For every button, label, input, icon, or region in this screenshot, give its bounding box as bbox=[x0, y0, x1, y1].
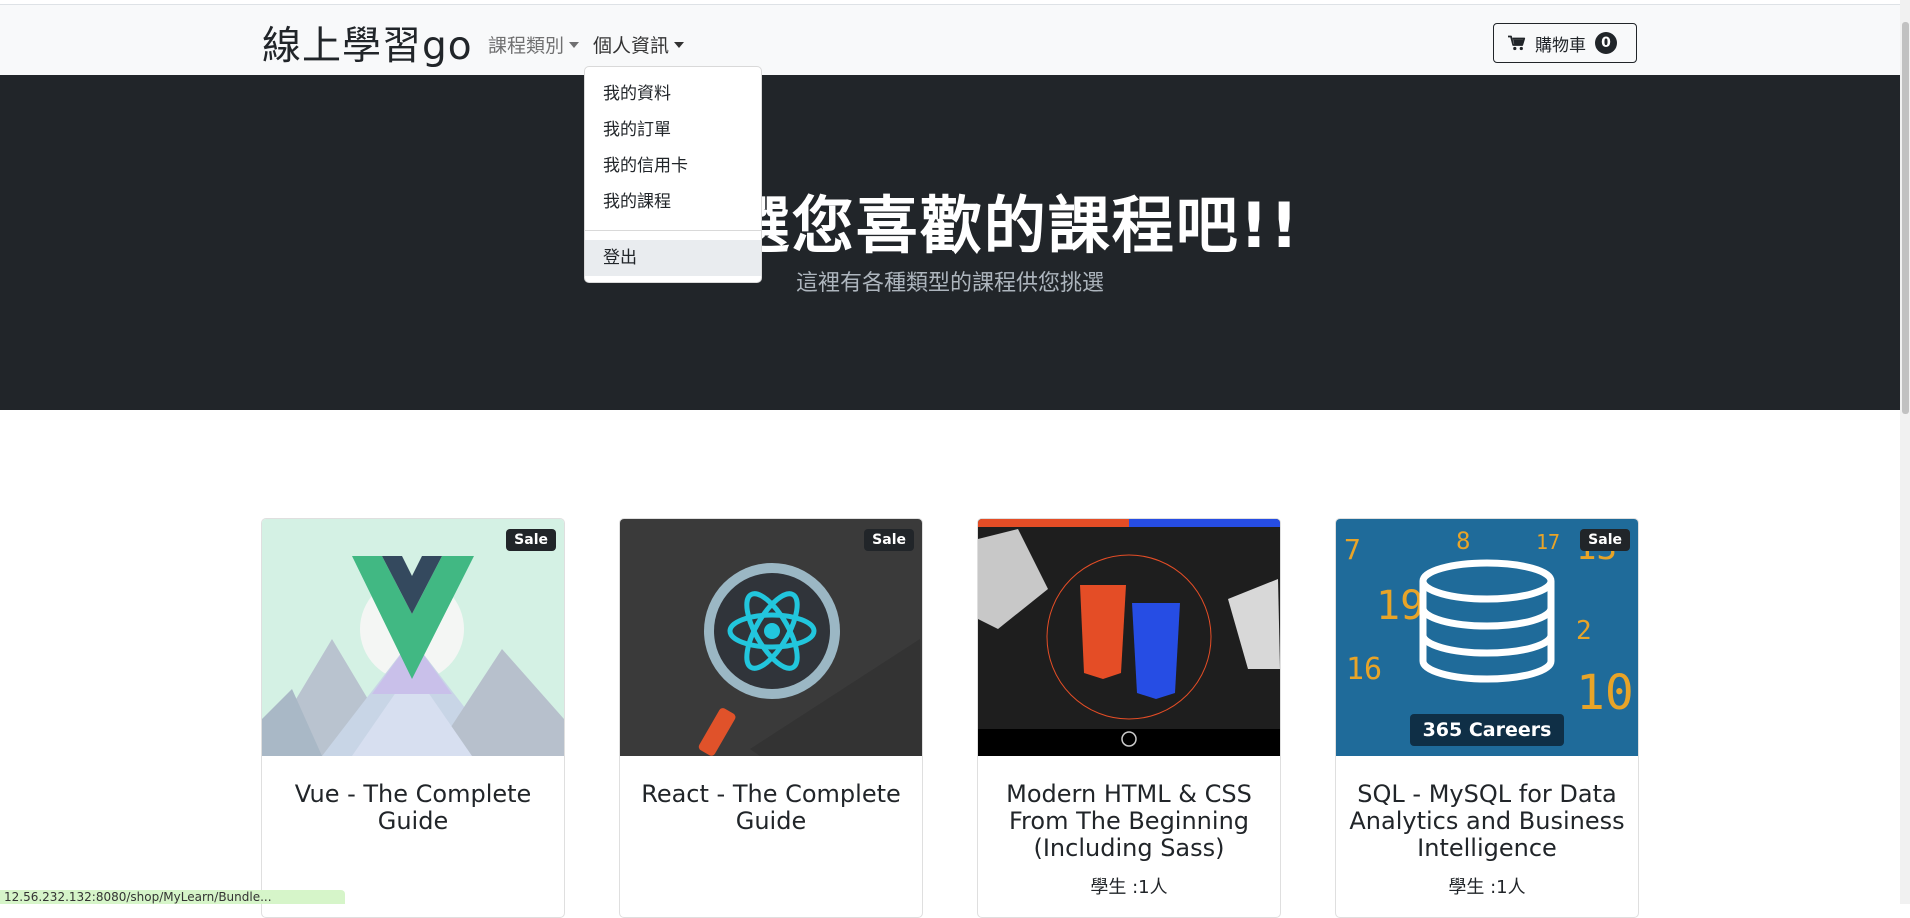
sale-badge: Sale bbox=[864, 529, 914, 551]
course-image-vue bbox=[262, 519, 564, 756]
brand-logo[interactable]: 線上學習go bbox=[262, 15, 473, 71]
nav-course-categories[interactable]: 課程類別 bbox=[488, 31, 580, 58]
course-title[interactable]: React - The Complete Guide bbox=[630, 781, 912, 835]
menu-item-logout[interactable]: 登出 bbox=[585, 240, 761, 276]
svg-text:16: 16 bbox=[1346, 652, 1382, 687]
menu-item-my-orders[interactable]: 我的訂單 bbox=[585, 112, 761, 148]
hero-title: 請挑選您喜歡的課程吧!! bbox=[599, 189, 1301, 262]
link-status-bar: 12.56.232.132:8080/shop/MyLearn/Bundle..… bbox=[0, 890, 345, 904]
svg-text:8: 8 bbox=[1456, 527, 1470, 555]
course-title[interactable]: Vue - The Complete Guide bbox=[272, 781, 554, 835]
sale-badge: Sale bbox=[1580, 529, 1630, 551]
svg-text:17: 17 bbox=[1536, 530, 1560, 554]
cart-button[interactable]: 購物車 0 bbox=[1493, 23, 1637, 63]
chevron-down-icon bbox=[674, 42, 685, 48]
hero-subtitle: 這裡有各種類型的課程供您挑選 bbox=[795, 271, 1104, 296]
course-image-react bbox=[620, 519, 922, 756]
course-image-html-css bbox=[978, 519, 1280, 756]
menu-item-my-profile[interactable]: 我的資料 bbox=[585, 76, 761, 112]
svg-text:2: 2 bbox=[1576, 616, 1592, 646]
cart-label: 購物車 bbox=[1535, 35, 1586, 56]
course-card-sql[interactable]: 7 19 16 13 2 10 8 17 365 Careers Sale SQ… bbox=[1335, 518, 1639, 918]
menu-item-my-credit-card[interactable]: 我的信用卡 bbox=[585, 148, 761, 184]
cart-icon bbox=[1508, 35, 1526, 51]
nav-personal-info[interactable]: 個人資訊 bbox=[593, 31, 685, 58]
course-title[interactable]: SQL - MySQL for Data Analytics and Busin… bbox=[1346, 781, 1628, 862]
nav-personal-info-label: 個人資訊 bbox=[593, 35, 670, 57]
dropdown-divider bbox=[585, 230, 761, 231]
course-title[interactable]: Modern HTML & CSS From The Beginning (In… bbox=[988, 781, 1270, 862]
course-card-html-css[interactable]: Modern HTML & CSS From The Beginning (In… bbox=[977, 518, 1281, 918]
sale-badge: Sale bbox=[506, 529, 556, 551]
page-scrollbar[interactable] bbox=[1900, 0, 1910, 904]
personal-info-dropdown: 我的資料 我的訂單 我的信用卡 我的課程 登出 bbox=[584, 66, 762, 283]
course-card-react[interactable]: Sale React - The Complete Guide bbox=[619, 518, 923, 918]
careers-logo-text: 365 Careers bbox=[1422, 719, 1552, 741]
hero-banner: 請挑選您喜歡的課程吧!! 這裡有各種類型的課程供您挑選 bbox=[0, 75, 1900, 410]
svg-text:10: 10 bbox=[1576, 665, 1634, 721]
cart-count-badge: 0 bbox=[1595, 32, 1617, 54]
scrollbar-thumb[interactable] bbox=[1902, 22, 1909, 414]
course-card-vue[interactable]: Sale Vue - The Complete Guide bbox=[261, 518, 565, 918]
svg-text:19: 19 bbox=[1376, 583, 1424, 629]
menu-item-my-courses[interactable]: 我的課程 bbox=[585, 184, 761, 220]
nav-course-categories-label: 課程類別 bbox=[488, 35, 565, 57]
course-student-count: 學生 :1人 bbox=[1448, 877, 1526, 898]
chevron-down-icon bbox=[569, 42, 580, 48]
navbar: 線上學習go 課程類別 個人資訊 購物車 0 bbox=[0, 4, 1910, 76]
svg-text:7: 7 bbox=[1344, 533, 1361, 566]
course-student-count: 學生 :1人 bbox=[1090, 877, 1168, 898]
